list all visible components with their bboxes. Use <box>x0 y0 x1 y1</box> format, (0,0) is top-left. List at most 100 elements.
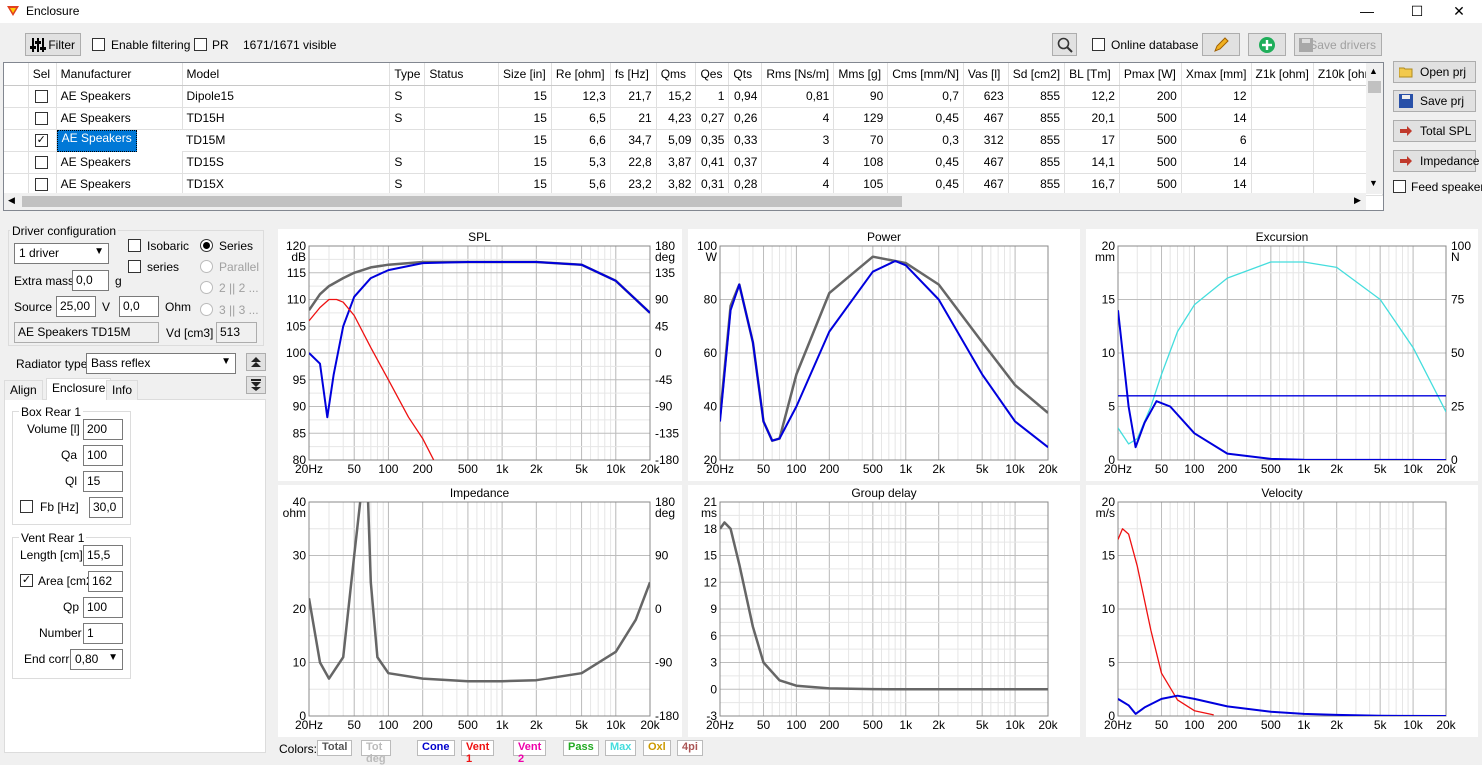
table-cell[interactable]: 22,8 <box>610 151 657 174</box>
table-cell[interactable]: 855 <box>1008 151 1066 174</box>
length-input[interactable]: 15,5 <box>83 545 123 566</box>
table-cell[interactable]: 20,1 <box>1064 107 1120 130</box>
column-header[interactable]: Pmax [W] <box>1119 63 1182 86</box>
color-vent2[interactable]: Vent 2 <box>513 740 547 765</box>
row-select-cell[interactable] <box>28 85 57 108</box>
pr-checkbox[interactable] <box>194 38 207 51</box>
table-cell[interactable]: 23,2 <box>610 173 657 196</box>
color-tot-deg[interactable]: Tot deg <box>361 740 391 765</box>
table-cell[interactable]: AE Speakers <box>56 129 137 152</box>
column-header[interactable]: Sel <box>28 63 57 86</box>
table-cell[interactable]: 70 <box>833 129 889 152</box>
extra-mass-input[interactable]: 0,0 <box>72 270 109 291</box>
table-cell[interactable]: 15 <box>498 85 552 108</box>
table-row[interactable]: AE Speakers TD15H S 15 6,5 21 4,23 0,27 0,26 4 129… <box>4 107 1383 130</box>
table-cell[interactable]: 15,2 <box>656 85 697 108</box>
table-cell[interactable] <box>424 173 499 196</box>
column-header[interactable]: fs [Hz] <box>610 63 657 86</box>
table-cell[interactable]: AE Speakers <box>56 173 183 196</box>
table-cell[interactable]: 15 <box>498 129 552 152</box>
table-cell[interactable]: 0,7 <box>887 85 964 108</box>
chart-group-delay[interactable]: 21 18 15 12 9 6 3 0 -3 20Hz 50 100 200 500 1k 2k 5k 10k 20… <box>688 485 1080 737</box>
table-cell[interactable] <box>1251 107 1314 130</box>
table-cell[interactable]: S <box>389 85 426 108</box>
table-cell[interactable]: 3 <box>761 129 835 152</box>
column-header[interactable]: Status <box>424 63 499 86</box>
add-driver-button[interactable] <box>1248 33 1286 56</box>
table-cell[interactable]: 855 <box>1008 129 1066 152</box>
ql-input[interactable]: 15 <box>83 471 123 492</box>
table-cell[interactable]: 3,82 <box>656 173 697 196</box>
table-cell[interactable] <box>424 85 499 108</box>
table-cell[interactable]: 17 <box>1064 129 1120 152</box>
table-cell[interactable]: 14,1 <box>1064 151 1120 174</box>
table-cell[interactable] <box>1251 85 1314 108</box>
table-cell[interactable]: 4 <box>761 151 835 174</box>
table-cell[interactable]: 5,3 <box>551 151 611 174</box>
table-cell[interactable]: 0,37 <box>728 151 763 174</box>
table-row[interactable]: AE Speakers TD15X S 15 5,6 23,2 3,82 0,31 0,28 4 1… <box>4 173 1383 196</box>
table-cell[interactable]: 500 <box>1119 129 1182 152</box>
scroll-right-icon[interactable]: ▶ <box>1354 195 1361 206</box>
table-cell[interactable]: 12,2 <box>1064 85 1120 108</box>
area-checkbox[interactable]: ✓ <box>20 574 33 587</box>
feed-speaker-checkbox[interactable] <box>1393 180 1406 193</box>
table-cell[interactable] <box>1251 151 1314 174</box>
table-cell[interactable]: 15 <box>498 151 552 174</box>
table-cell[interactable]: 14 <box>1181 107 1252 130</box>
column-header[interactable]: BL [Tm] <box>1064 63 1120 86</box>
table-cell[interactable]: 312 <box>963 129 1009 152</box>
color-4pi[interactable]: 4pi <box>677 740 703 756</box>
enable-filtering-checkbox[interactable] <box>92 38 105 51</box>
move-up-button[interactable] <box>246 353 266 371</box>
table-cell[interactable]: 0,28 <box>728 173 763 196</box>
color-pass[interactable]: Pass <box>563 740 599 756</box>
table-cell[interactable]: 467 <box>963 151 1009 174</box>
row-select-cell[interactable] <box>28 173 57 196</box>
table-cell[interactable]: 500 <box>1119 107 1182 130</box>
table-cell[interactable]: TD15M <box>182 129 391 152</box>
table-vertical-scrollbar[interactable]: ▲ ▼ <box>1366 63 1383 194</box>
online-database-checkbox[interactable] <box>1092 38 1105 51</box>
column-header[interactable]: Rms [Ns/m] <box>761 63 835 86</box>
volume-input[interactable]: 200 <box>83 419 123 440</box>
table-cell[interactable]: 500 <box>1119 151 1182 174</box>
color-vent1[interactable]: Vent 1 <box>461 740 495 765</box>
column-header[interactable]: Cms [mm/N] <box>887 63 964 86</box>
table-cell[interactable]: 6,6 <box>551 129 611 152</box>
table-cell[interactable]: 0,3 <box>887 129 964 152</box>
column-header[interactable]: Sd [cm2] <box>1008 63 1066 86</box>
table-cell[interactable]: 90 <box>833 85 889 108</box>
scroll-left-icon[interactable]: ◀ <box>8 195 15 206</box>
table-cell[interactable]: 108 <box>833 151 889 174</box>
column-header[interactable]: Manufacturer <box>56 63 183 86</box>
color-cone[interactable]: Cone <box>417 740 455 756</box>
table-horizontal-scrollbar[interactable]: ◀ ▶ <box>4 193 1366 210</box>
row-select-cell[interactable] <box>28 151 57 174</box>
fb-input[interactable]: 30,0 <box>89 497 123 518</box>
table-cell[interactable]: 855 <box>1008 173 1066 196</box>
table-cell[interactable]: 12,3 <box>551 85 611 108</box>
source-voltage-input[interactable]: 25,00 <box>56 296 96 317</box>
column-header[interactable]: Z1k [ohm] <box>1251 63 1314 86</box>
row-select-checkbox[interactable] <box>34 89 48 103</box>
table-cell[interactable]: TD15H <box>182 107 391 130</box>
qp-input[interactable]: 100 <box>83 597 123 618</box>
column-header[interactable]: Qms <box>656 63 697 86</box>
color-max[interactable]: Max <box>605 740 637 756</box>
total-spl-button[interactable]: Total SPL <box>1393 120 1476 142</box>
area-input[interactable]: 162 <box>88 571 123 592</box>
edit-button[interactable] <box>1202 33 1240 56</box>
impedance-button[interactable]: Impedance <box>1393 150 1479 172</box>
table-cell[interactable]: 14 <box>1181 151 1252 174</box>
table-cell[interactable]: Dipole15 <box>182 85 391 108</box>
tab-enclosure[interactable]: Enclosure <box>46 378 112 400</box>
series-checkbox[interactable] <box>128 260 141 273</box>
table-cell[interactable]: TD15S <box>182 151 391 174</box>
table-cell[interactable]: 4,23 <box>656 107 697 130</box>
table-cell[interactable]: 129 <box>833 107 889 130</box>
close-button[interactable]: ✕ <box>1436 0 1482 23</box>
table-cell[interactable]: 0,31 <box>695 173 730 196</box>
table-cell[interactable]: 34,7 <box>610 129 657 152</box>
table-cell[interactable]: 0,41 <box>695 151 730 174</box>
